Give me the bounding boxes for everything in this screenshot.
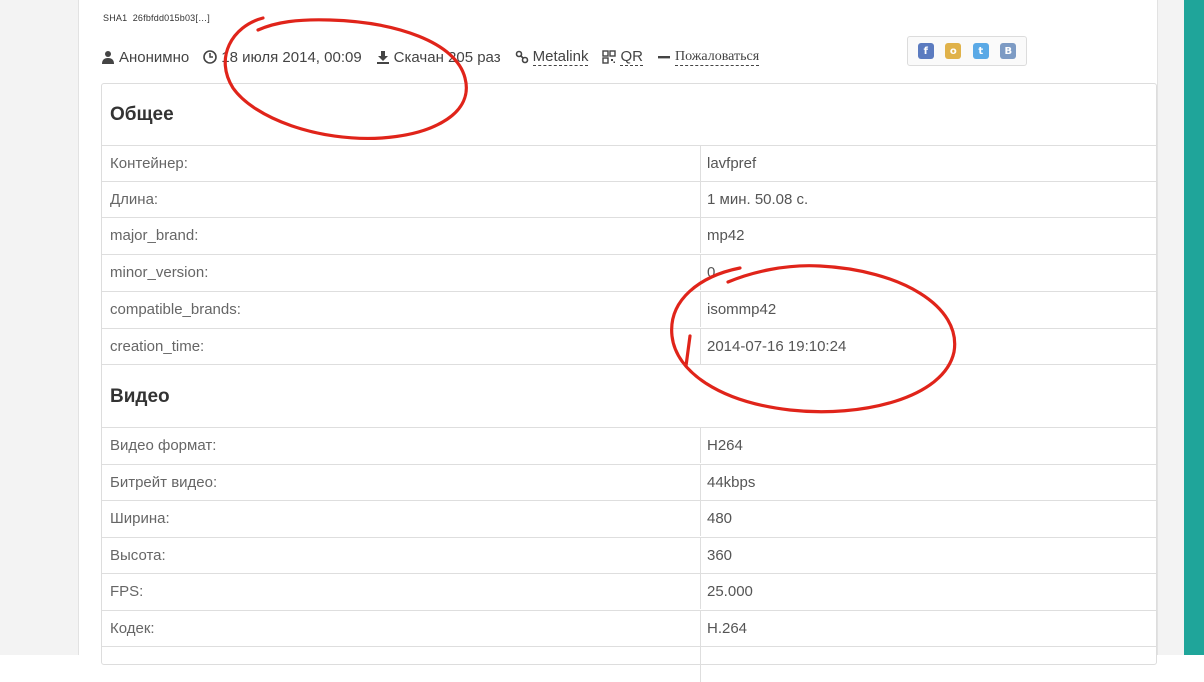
- table-row: creation_time: 2014-07-16 19:10:24: [102, 328, 1156, 364]
- odnoklassniki-icon[interactable]: o: [945, 43, 962, 59]
- table-row: minor_version: 0: [102, 254, 1156, 290]
- row-value: 0: [707, 264, 716, 281]
- mediainfo-panel: Общее Контейнер: lavfpref Длина: 1 мин. 50…: [101, 83, 1157, 682]
- row-value: H264: [707, 437, 743, 454]
- row-key: creation_time:: [110, 338, 205, 355]
- sha1-label: SHA1: [103, 13, 128, 23]
- user-icon: [101, 50, 115, 64]
- row-value: mp42: [707, 227, 745, 244]
- table-row: compatible_brands: isommp42: [102, 291, 1156, 327]
- download-count: Скачан 205 раз: [376, 49, 501, 66]
- facebook-icon[interactable]: f: [917, 43, 934, 59]
- minus-icon: [657, 50, 671, 64]
- social-share-bar: f o t B: [907, 36, 1027, 66]
- section-general-title: Общее: [110, 104, 174, 125]
- table-row: Ширина: 480: [102, 500, 1156, 536]
- twitter-icon[interactable]: t: [972, 43, 989, 59]
- row-key: compatible_brands:: [110, 301, 241, 318]
- row-key: Кодек:: [110, 620, 155, 637]
- vkontakte-icon[interactable]: B: [1000, 43, 1017, 59]
- row-value: 360: [707, 547, 733, 564]
- row-value: H.264: [707, 620, 748, 637]
- sha1-hash: SHA1 26fbfdd015b03[…]: [103, 13, 210, 23]
- table-row: FPS: 25.000: [102, 573, 1156, 609]
- torrent-meta-bar: Анонимно 18 июля 2014, 00:09 Скачан 205 …: [101, 44, 773, 70]
- row-value: 2014-07-16 19:10:24: [707, 338, 847, 355]
- row-value: 1 мин. 50.08 с.: [707, 191, 809, 208]
- section-general: Общее: [102, 84, 1156, 142]
- clock-icon: [203, 50, 218, 64]
- table-row: major_brand: mp42: [102, 217, 1156, 253]
- row-value: 44kbps: [707, 474, 756, 491]
- upload-date-text: 18 июля 2014, 00:09: [221, 48, 362, 66]
- row-value: 25.000: [707, 583, 753, 600]
- table-row: Кодек: H.264: [102, 610, 1156, 646]
- sha1-value: 26fbfdd015b03[…]: [132, 13, 210, 23]
- link-icon: [515, 50, 529, 64]
- row-value: lavfpref: [707, 155, 757, 172]
- table-row: Высота: 360: [102, 537, 1156, 573]
- upload-date: 18 июля 2014, 00:09: [203, 48, 362, 66]
- row-key: Контейнер:: [110, 155, 188, 172]
- table-row: Длина: 1 мин. 50.08 с.: [102, 181, 1156, 217]
- table-row: Контейнер: lavfpref: [102, 145, 1156, 181]
- row-key: minor_version:: [110, 264, 209, 281]
- qr-link[interactable]: QR: [620, 48, 643, 66]
- row-key: Ширина:: [110, 510, 170, 527]
- download-icon: [376, 50, 390, 64]
- metalink[interactable]: Metalink: [515, 48, 589, 66]
- row-key: Высота:: [110, 547, 166, 564]
- row-key: Видео формат:: [110, 437, 217, 454]
- qr-icon: [602, 50, 617, 64]
- row-key: Битрейт видео:: [110, 474, 218, 491]
- section-video: Видео: [102, 364, 1156, 423]
- table-row: Битрейт видео: 44kbps: [102, 464, 1156, 500]
- row-value: isommp42: [707, 301, 777, 318]
- qr[interactable]: QR: [602, 48, 643, 66]
- section-video-title: Видео: [110, 386, 170, 407]
- row-key: Длина:: [110, 191, 159, 208]
- download-count-text: Скачан 205 раз: [393, 48, 501, 66]
- complain[interactable]: Пожаловаться: [657, 49, 760, 66]
- author: Анонимно: [101, 49, 189, 66]
- row-value: 480: [707, 510, 733, 527]
- window-right-edge: [1184, 0, 1204, 655]
- author-name: Анонимно: [119, 48, 190, 66]
- row-key: FPS:: [110, 583, 144, 600]
- row-key: major_brand:: [110, 227, 199, 244]
- metalink-link[interactable]: Metalink: [532, 48, 589, 66]
- complain-link[interactable]: Пожаловаться: [674, 49, 760, 66]
- page-left-margin: [0, 0, 79, 655]
- page-right-margin: [1157, 0, 1184, 655]
- table-row: [102, 646, 1156, 682]
- table-row: Видео формат: H264: [102, 427, 1156, 463]
